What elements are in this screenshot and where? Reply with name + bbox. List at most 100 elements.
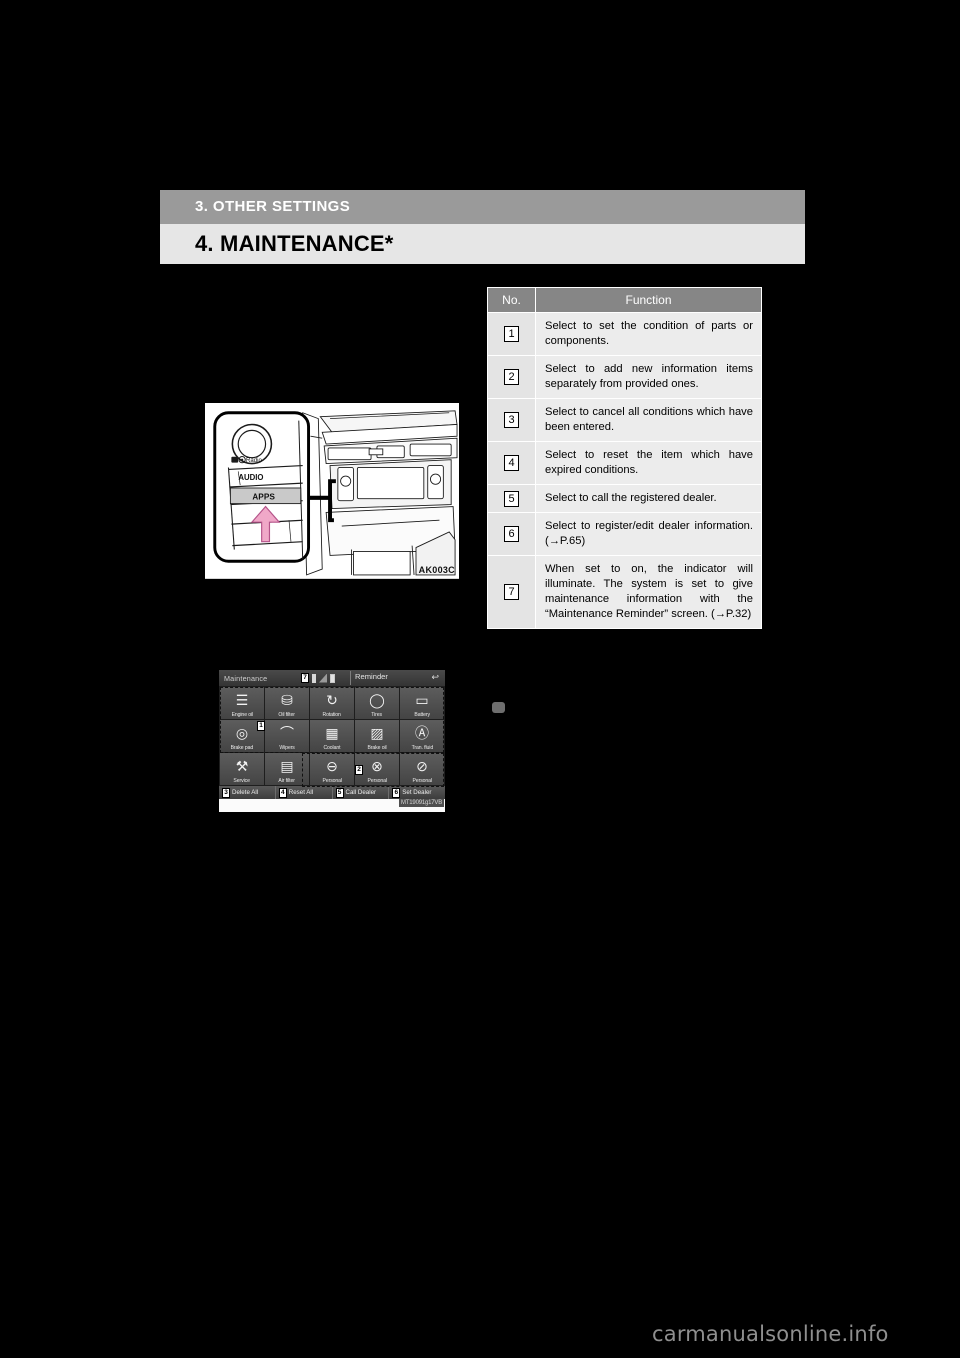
function-table: No. Function 1 Select to set the conditi… bbox=[487, 287, 762, 629]
transmission-fluid-icon: Ⓐ bbox=[415, 724, 429, 741]
section-title: 4. MAINTENANCE* bbox=[160, 224, 805, 264]
call-dealer-label: Call Dealer bbox=[345, 789, 377, 796]
figure-code-screen: MT19091g17VB bbox=[399, 799, 444, 807]
table-row: 5 Select to call the registered dealer. bbox=[487, 484, 762, 513]
grid-item-label: Tran. fluid bbox=[411, 745, 433, 751]
back-arrow-icon[interactable]: ↩ bbox=[431, 673, 439, 682]
service-icon: ⚒ bbox=[235, 757, 249, 774]
table-row: 3 Select to cancel all conditions which … bbox=[487, 398, 762, 442]
callout-6: 6 bbox=[392, 787, 401, 798]
grid-item[interactable]: ⛁ Oil filter bbox=[265, 687, 309, 719]
svg-text:AUDIO: AUDIO bbox=[238, 473, 263, 482]
grid-item-label: Battery bbox=[414, 712, 430, 718]
coolant-icon: ▦ bbox=[325, 724, 339, 741]
row-number-cell: 3 bbox=[487, 398, 536, 442]
number-badge: 1 bbox=[504, 326, 519, 342]
reminder-button[interactable]: Reminder bbox=[355, 672, 388, 681]
grid-item-label: Engine oil bbox=[231, 712, 253, 718]
figure-dashboard-illustration: Radio AUDIO APPS AK003C bbox=[202, 400, 462, 580]
reset-all-button[interactable]: 4 Reset All bbox=[276, 786, 333, 799]
grid-item-label: Wipers bbox=[279, 745, 295, 751]
grid-item[interactable]: ▤ Air filter bbox=[265, 753, 309, 785]
manual-page: 3. OTHER SETTINGS 4. MAINTENANCE* Radio … bbox=[0, 0, 960, 1358]
row-function-cell: Select to register/edit dealer informati… bbox=[535, 512, 762, 556]
delete-all-button[interactable]: 3 Delete All bbox=[219, 786, 276, 799]
grid-item[interactable]: ⊘ Personal bbox=[400, 753, 444, 785]
grid-item[interactable]: ◯ Tires bbox=[355, 687, 399, 719]
page-header: 3. OTHER SETTINGS 4. MAINTENANCE* bbox=[160, 190, 805, 264]
call-dealer-button[interactable]: 5 Call Dealer bbox=[333, 786, 390, 799]
grid-item-label: Coolant bbox=[323, 745, 341, 751]
grid-item-label: Personal bbox=[367, 778, 387, 784]
callout-7: 7 bbox=[301, 673, 309, 683]
row-function-cell: Select to set the condition of parts or … bbox=[535, 312, 762, 356]
grid-item[interactable]: ⚒ Service bbox=[220, 753, 264, 785]
grid-item-label: Air filter bbox=[278, 778, 296, 784]
brake-oil-icon: ▨ bbox=[370, 724, 384, 741]
number-badge: 2 bbox=[504, 369, 519, 385]
grid-item-label: Brake oil bbox=[367, 745, 387, 751]
number-badge: 4 bbox=[504, 455, 519, 471]
row-number-cell: 2 bbox=[487, 355, 536, 399]
row-function-cell: Select to add new information items sepa… bbox=[535, 355, 762, 399]
delete-all-label: Delete All bbox=[232, 789, 259, 796]
grid-item[interactable]: ☰ Engine oil bbox=[220, 687, 264, 719]
number-badge: 7 bbox=[504, 584, 519, 600]
watermark: carmanualsonline.info bbox=[652, 1322, 889, 1346]
grid-item[interactable]: ▭ Battery bbox=[400, 687, 444, 719]
grid-item[interactable]: ⊖ Personal bbox=[310, 753, 354, 785]
figure-code-dashboard: AK003C bbox=[418, 565, 455, 575]
battery-icon bbox=[330, 673, 335, 683]
row-function-cell: Select to reset the item which have expi… bbox=[535, 441, 762, 485]
callout-1: 1 bbox=[257, 721, 265, 731]
row-function-cell: When set to on, the indicator will illum… bbox=[535, 555, 762, 629]
oil-filter-icon: ⛁ bbox=[281, 691, 293, 708]
tires-icon: ◯ bbox=[369, 691, 385, 708]
reset-all-label: Reset All bbox=[288, 789, 314, 796]
grid-item[interactable]: ⌒ Wipers bbox=[265, 720, 309, 752]
column-header-function: Function bbox=[535, 287, 762, 313]
grid-item[interactable]: ↻ Rotation bbox=[310, 687, 354, 719]
row-number-cell: 6 bbox=[487, 512, 536, 556]
table-row: 1 Select to set the condition of parts o… bbox=[487, 312, 762, 356]
grid-item[interactable]: Ⓐ Tran. fluid bbox=[400, 720, 444, 752]
status-icons: 7 bbox=[301, 673, 335, 683]
column-header-no: No. bbox=[487, 287, 536, 313]
table-row: 4 Select to reset the item which have ex… bbox=[487, 441, 762, 485]
grid-item-label: Brake pad bbox=[230, 745, 254, 751]
number-badge: 5 bbox=[504, 490, 519, 507]
grid-item-label: Rotation bbox=[322, 712, 342, 718]
grid-item-label: Personal bbox=[412, 778, 432, 784]
grid-item-label: Service bbox=[233, 778, 251, 784]
row-function-cell: Select to call the registered dealer. bbox=[535, 484, 762, 513]
grid-item[interactable]: ▨ Brake oil bbox=[355, 720, 399, 752]
screen-title-bar: Maintenance 7 Reminder ↩ bbox=[219, 670, 445, 686]
table-row: 6 Select to register/edit dealer informa… bbox=[487, 512, 762, 556]
personal-icon: ⊘ bbox=[416, 757, 428, 774]
row-number-cell: 7 bbox=[487, 555, 536, 629]
table-row: 2 Select to add new information items se… bbox=[487, 355, 762, 399]
bluetooth-icon bbox=[312, 673, 316, 683]
number-badge: 3 bbox=[504, 412, 519, 428]
wipers-icon: ⌒ bbox=[280, 724, 294, 741]
screen-title: Maintenance bbox=[224, 673, 268, 683]
status-divider bbox=[350, 671, 351, 685]
number-badge: 6 bbox=[504, 526, 519, 542]
table-header-row: No. Function bbox=[487, 287, 762, 313]
svg-text:APPS: APPS bbox=[252, 492, 275, 502]
row-function-cell: Select to cancel all conditions which ha… bbox=[535, 398, 762, 442]
grid-item[interactable]: ▦ Coolant bbox=[310, 720, 354, 752]
callout-3: 3 bbox=[222, 787, 230, 798]
signal-icon bbox=[319, 673, 327, 683]
set-dealer-button[interactable]: 6 Set Dealer bbox=[389, 786, 445, 799]
row-number-cell: 1 bbox=[487, 312, 536, 356]
brake-pad-icon: ◎ bbox=[235, 724, 249, 741]
battery-item-icon: ▭ bbox=[415, 691, 429, 708]
row-number-cell: 4 bbox=[487, 441, 536, 485]
callout-4: 4 bbox=[278, 787, 287, 798]
list-bullet bbox=[492, 702, 505, 713]
engine-oil-icon: ☰ bbox=[235, 691, 249, 708]
rotation-icon: ↻ bbox=[326, 691, 338, 708]
grid-item-label: Oil filter bbox=[278, 712, 296, 718]
screen-bottom-bar: 3 Delete All 4 Reset All 5 Call Dealer 6… bbox=[219, 786, 445, 799]
